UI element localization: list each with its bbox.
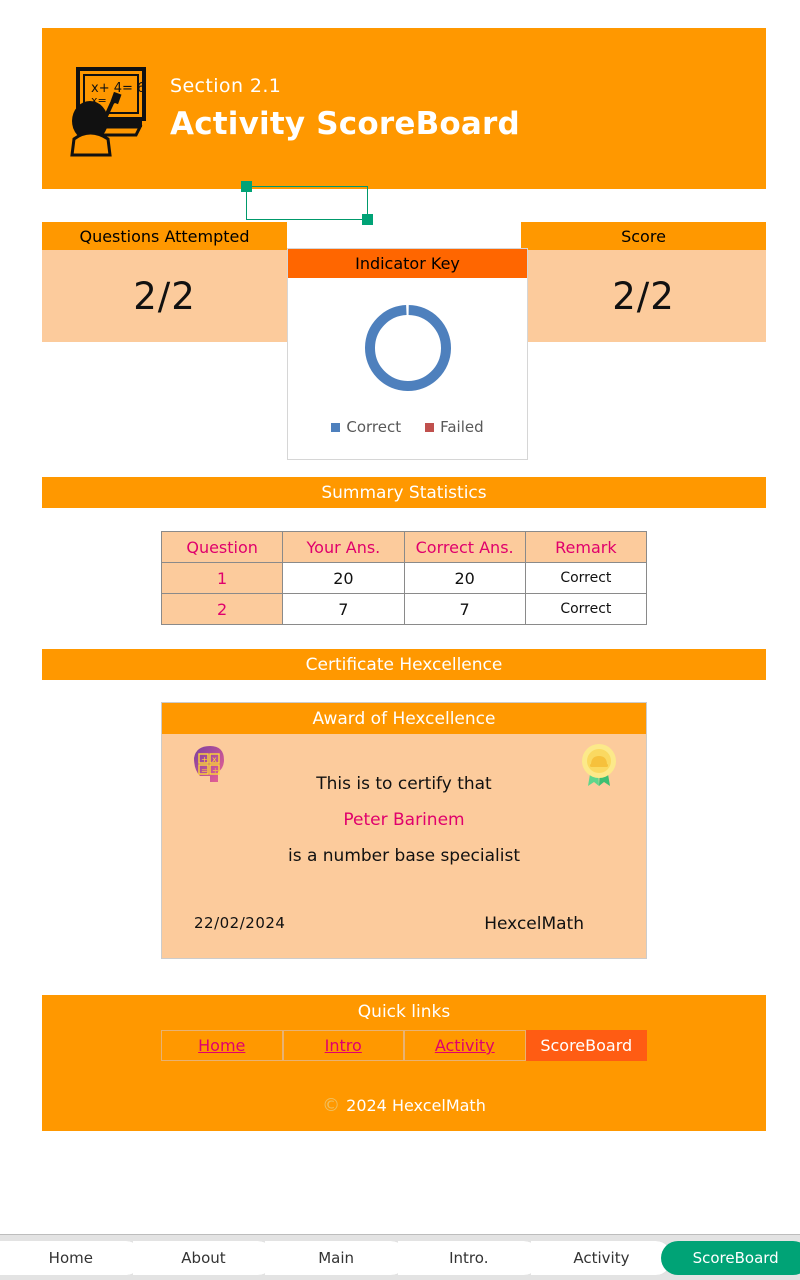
certificate-line-1: This is to certify that <box>316 774 492 794</box>
nav-tab-about[interactable]: About <box>132 1240 276 1275</box>
cell-remark: Correct <box>524 562 648 594</box>
cell-question: 1 <box>160 562 284 594</box>
svg-text:x: x <box>212 755 217 764</box>
quick-link-home[interactable]: Home <box>161 1030 283 1061</box>
copyright-text: 2024 HexcelMath <box>346 1096 486 1115</box>
summary-table: Question Your Ans. Correct Ans. Remark 1… <box>160 531 648 625</box>
teacher-blackboard-icon: x+ 4= 6 x= <box>70 66 146 156</box>
chart-legend: Correct Failed <box>288 418 527 442</box>
legend-item-failed: Failed <box>425 418 484 436</box>
column-header-correct-ans: Correct Ans. <box>403 531 526 563</box>
summary-table-zone: Question Your Ans. Correct Ans. Remark 1… <box>42 508 766 649</box>
certificate-date: 22/02/2024 <box>194 914 286 932</box>
stat-score-label: Score <box>521 222 766 250</box>
column-header-your-ans: Your Ans. <box>282 531 405 563</box>
nav-tab-activity[interactable]: Activity <box>530 1240 674 1275</box>
table-row: 1 20 20 Correct <box>160 562 648 594</box>
section-label: Section 2.1 <box>170 75 282 97</box>
cell-your-ans: 20 <box>282 562 405 594</box>
quick-links-footer: Quick links Home Intro Activity ScoreBoa… <box>42 995 766 1131</box>
certificate-section-title: Certificate Hexcellence <box>42 649 766 680</box>
certificate-line-2: is a number base specialist <box>287 846 521 866</box>
certificate-organization: HexcelMath <box>484 914 584 934</box>
cell-correct-ans: 7 <box>403 593 526 625</box>
certificate-card-title: Award of Hexcellence <box>162 703 646 734</box>
math-head-icon: + x = ÷ <box>194 746 224 782</box>
indicator-key-title: Indicator Key <box>288 249 527 278</box>
stat-questions-attempted-label: Questions Attempted <box>42 222 287 250</box>
nav-tab-intro[interactable]: Intro. <box>397 1240 541 1275</box>
stat-score: Score 2/2 <box>521 222 766 342</box>
quick-links-row: Home Intro Activity ScoreBoard <box>161 1030 647 1061</box>
stat-questions-attempted-value: 2/2 <box>42 250 287 342</box>
award-medal-icon <box>582 744 616 786</box>
svg-text:+: + <box>201 755 208 764</box>
stat-score-value: 2/2 <box>521 250 766 342</box>
donut-chart[interactable] <box>288 278 527 418</box>
cell-correct-ans: 20 <box>403 562 526 594</box>
stat-questions-attempted: Questions Attempted 2/2 <box>42 222 287 342</box>
indicator-key-panel[interactable]: Indicator Key Correct Failed <box>287 248 528 460</box>
bottom-navigation: Home About Main Intro. Activity ScoreBoa… <box>0 1234 800 1280</box>
nav-tab-scoreboard[interactable]: ScoreBoard <box>661 1240 800 1275</box>
copyright: © 2024 HexcelMath <box>42 1095 766 1116</box>
nav-tab-main[interactable]: Main <box>265 1240 408 1275</box>
certificate-zone: Award of Hexcellence + x = ÷ This is to … <box>42 680 766 995</box>
certificate-footer: 22/02/2024 HexcelMath <box>162 914 646 934</box>
certificate-card: Award of Hexcellence + x = ÷ This is to … <box>161 702 647 959</box>
column-header-question: Question <box>160 531 284 563</box>
svg-text:=: = <box>201 766 208 775</box>
summary-section-title: Summary Statistics <box>42 477 766 508</box>
page-header: x+ 4= 6 x= Section 2.1 Activity ScoreBoa… <box>42 28 766 189</box>
quick-links-title: Quick links <box>357 1002 451 1022</box>
header-gap <box>42 189 766 222</box>
donut-chart-svg <box>364 305 451 391</box>
scoreboard-card: x+ 4= 6 x= Section 2.1 Activity ScoreBoa… <box>42 28 766 1223</box>
quick-link-scoreboard[interactable]: ScoreBoard <box>525 1030 647 1061</box>
legend-item-correct: Correct <box>331 418 401 436</box>
legend-label-correct: Correct <box>346 418 402 436</box>
certificate-body: + x = ÷ This is to certify that Peter Ba… <box>162 734 646 958</box>
copyright-icon: © <box>322 1095 341 1116</box>
quick-link-activity[interactable]: Activity <box>404 1030 526 1061</box>
cell-your-ans: 7 <box>282 593 405 625</box>
legend-swatch-failed <box>425 422 435 432</box>
table-row: 2 7 7 Correct <box>160 593 648 625</box>
legend-swatch-correct <box>331 422 341 432</box>
table-header-row: Question Your Ans. Correct Ans. Remark <box>160 531 648 563</box>
svg-text:÷: ÷ <box>212 766 219 775</box>
nav-tab-home[interactable]: Home <box>0 1240 143 1275</box>
page-title: Activity ScoreBoard <box>170 106 520 142</box>
quick-link-intro[interactable]: Intro <box>282 1030 404 1061</box>
legend-label-failed: Failed <box>440 418 484 436</box>
cell-remark: Correct <box>524 593 648 625</box>
stats-row: Questions Attempted 2/2 Score 2/2 Indica… <box>42 222 766 477</box>
column-header-remark: Remark <box>524 531 648 563</box>
certificate-recipient-name: Peter Barinem <box>343 810 465 830</box>
cell-question: 2 <box>160 593 284 625</box>
scoreboard-page: x+ 4= 6 x= Section 2.1 Activity ScoreBoa… <box>0 0 800 1280</box>
